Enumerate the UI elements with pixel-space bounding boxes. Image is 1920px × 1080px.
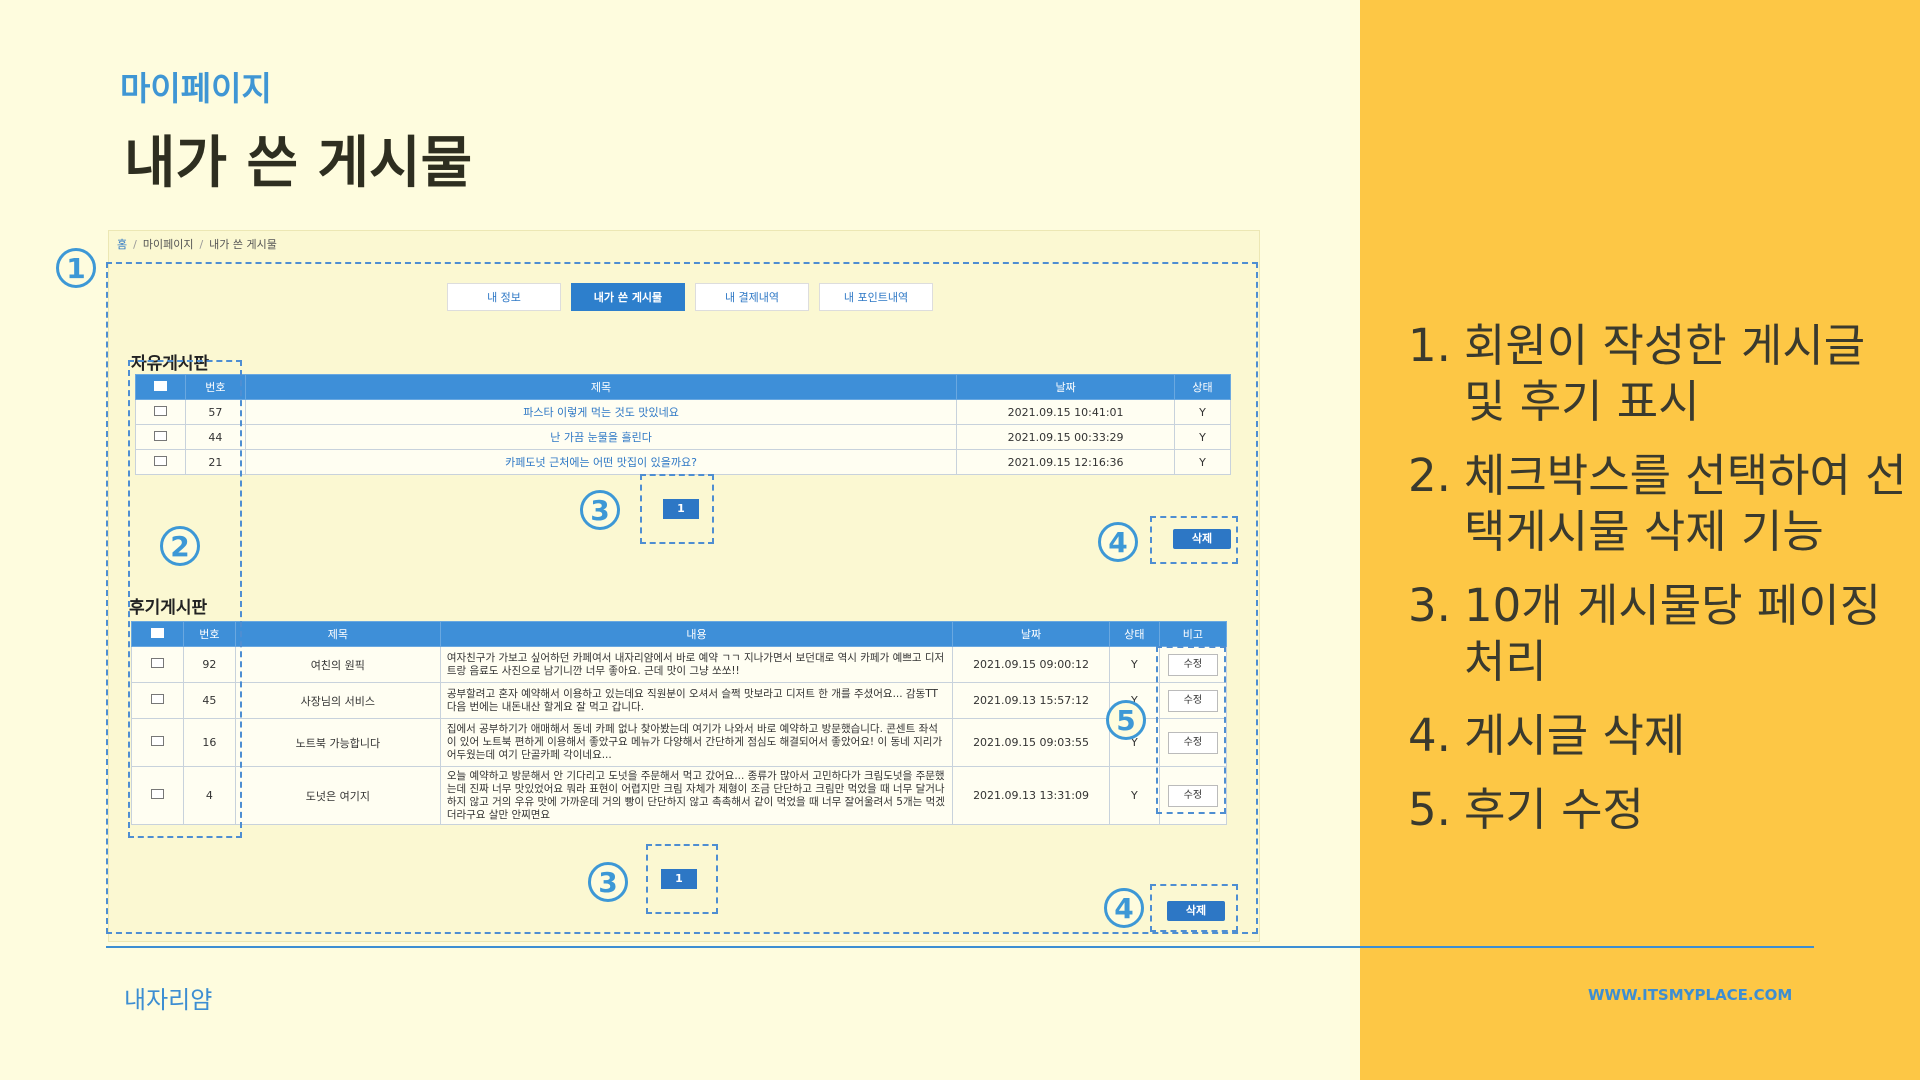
marker-2: 2 xyxy=(160,526,200,566)
breadcrumb: 홈 / 마이페이지 / 내가 쓴 게시물 xyxy=(117,236,277,252)
feature-num: 5. xyxy=(1408,783,1451,836)
slide-subtitle: 마이페이지 xyxy=(120,69,272,108)
breadcrumb-sep: / xyxy=(199,238,204,251)
annotation-box-4b xyxy=(1150,884,1238,932)
marker-1: 1 xyxy=(56,248,96,288)
breadcrumb-current: 내가 쓴 게시물 xyxy=(209,238,277,251)
marker-3b: 3 xyxy=(588,862,628,902)
breadcrumb-sep: / xyxy=(133,238,137,251)
annotation-box-3a xyxy=(640,474,714,544)
breadcrumb-mypage[interactable]: 마이페이지 xyxy=(143,238,194,251)
feature-num: 1. xyxy=(1408,319,1451,372)
site-url[interactable]: WWW.ITSMYPLACE.COM xyxy=(1588,986,1792,1004)
annotation-box-1 xyxy=(106,262,1258,934)
footer-divider xyxy=(106,946,1814,948)
feature-item: 5. 후기 수정 xyxy=(1408,782,1918,838)
annotation-box-3b xyxy=(646,844,718,914)
slide-title: 내가 쓴 게시물 xyxy=(124,131,473,196)
feature-text: 체크박스를 선택하여 선택게시물 삭제 기능 xyxy=(1464,449,1907,558)
feature-text: 10개 게시물당 페이징 처리 xyxy=(1464,579,1882,688)
annotation-box-2 xyxy=(128,360,242,838)
feature-num: 3. xyxy=(1408,579,1451,632)
feature-num: 2. xyxy=(1408,449,1451,502)
feature-item: 3. 10개 게시물당 페이징 처리 xyxy=(1408,578,1918,690)
marker-3a: 3 xyxy=(580,490,620,530)
feature-text: 회원이 작성한 게시글 및 후기 표시 xyxy=(1464,319,1866,428)
feature-item: 1. 회원이 작성한 게시글 및 후기 표시 xyxy=(1408,318,1918,430)
breadcrumb-home[interactable]: 홈 xyxy=(117,238,127,251)
annotation-box-5 xyxy=(1156,646,1226,814)
feature-list: 1. 회원이 작성한 게시글 및 후기 표시 2. 체크박스를 선택하여 선택게시물… xyxy=(1408,318,1918,856)
feature-text: 후기 수정 xyxy=(1464,783,1644,836)
feature-num: 4. xyxy=(1408,709,1451,762)
annotation-box-4a xyxy=(1150,516,1238,564)
brand-name: 내자리얌 xyxy=(124,986,213,1014)
marker-4a: 4 xyxy=(1098,522,1138,562)
marker-5: 5 xyxy=(1106,700,1146,740)
feature-text: 게시글 삭제 xyxy=(1464,709,1686,762)
feature-item: 4. 게시글 삭제 xyxy=(1408,708,1918,764)
feature-item: 2. 체크박스를 선택하여 선택게시물 삭제 기능 xyxy=(1408,448,1918,560)
marker-4b: 4 xyxy=(1104,888,1144,928)
